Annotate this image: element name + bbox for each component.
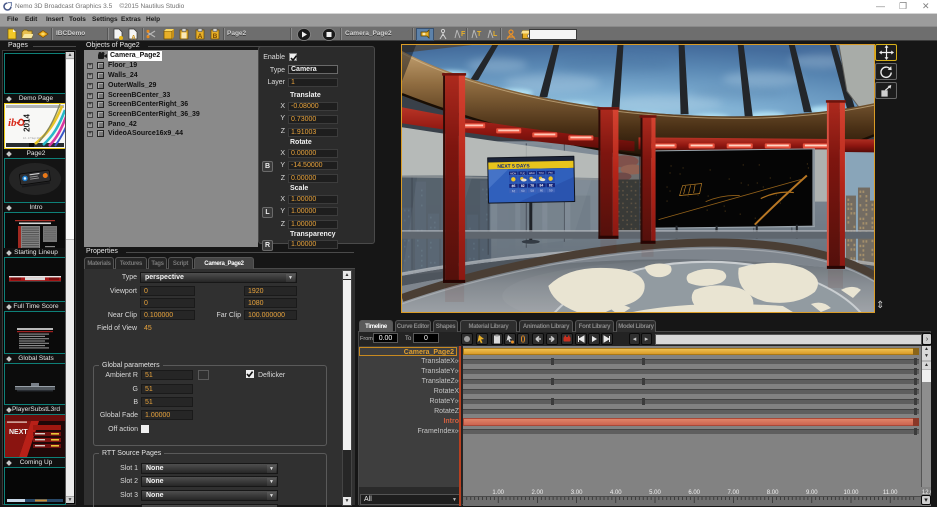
svg-text:3.00: 3.00 (571, 490, 583, 496)
svg-text:11.00: 11.00 (883, 490, 898, 496)
svg-text:6.00: 6.00 (688, 490, 700, 496)
svg-text:THU: THU (538, 171, 544, 175)
svg-text:62: 62 (512, 189, 516, 193)
svg-text:2014: 2014 (23, 114, 32, 132)
svg-text:85: 85 (512, 184, 516, 188)
svg-text:MON: MON (510, 171, 516, 175)
svg-text:L: L (493, 31, 498, 38)
svg-text:13 - 17 Sep 2014: 13 - 17 Sep 2014 (23, 137, 43, 140)
svg-text:58: 58 (530, 189, 534, 193)
svg-text:9.00: 9.00 (806, 490, 818, 496)
svg-text:NEXT: NEXT (9, 429, 28, 436)
svg-text:FRI: FRI (548, 171, 553, 175)
svg-text:82: 82 (521, 184, 525, 188)
svg-text:F: F (461, 31, 465, 38)
svg-text:4.00: 4.00 (610, 490, 622, 496)
svg-text:10.00: 10.00 (843, 490, 859, 496)
svg-text:ib: ib (8, 117, 17, 129)
svg-text:A: A (198, 33, 203, 40)
svg-text:B: B (213, 33, 218, 40)
svg-text:TUE: TUE (520, 171, 526, 175)
svg-text:2.00: 2.00 (532, 490, 544, 496)
svg-text:WED: WED (529, 171, 535, 175)
svg-text:82: 82 (549, 183, 553, 187)
svg-text:60: 60 (540, 188, 544, 192)
svg-text:5.00: 5.00 (649, 490, 661, 496)
svg-text:1.00: 1.00 (492, 490, 504, 496)
svg-text:59: 59 (549, 188, 553, 192)
svg-text:A: A (131, 36, 136, 41)
svg-text:7.00: 7.00 (728, 490, 740, 496)
svg-text:60: 60 (521, 189, 525, 193)
svg-text:78: 78 (530, 184, 534, 188)
svg-text:8.00: 8.00 (767, 490, 779, 496)
svg-text:84: 84 (539, 183, 543, 187)
svg-text:T: T (477, 31, 482, 38)
